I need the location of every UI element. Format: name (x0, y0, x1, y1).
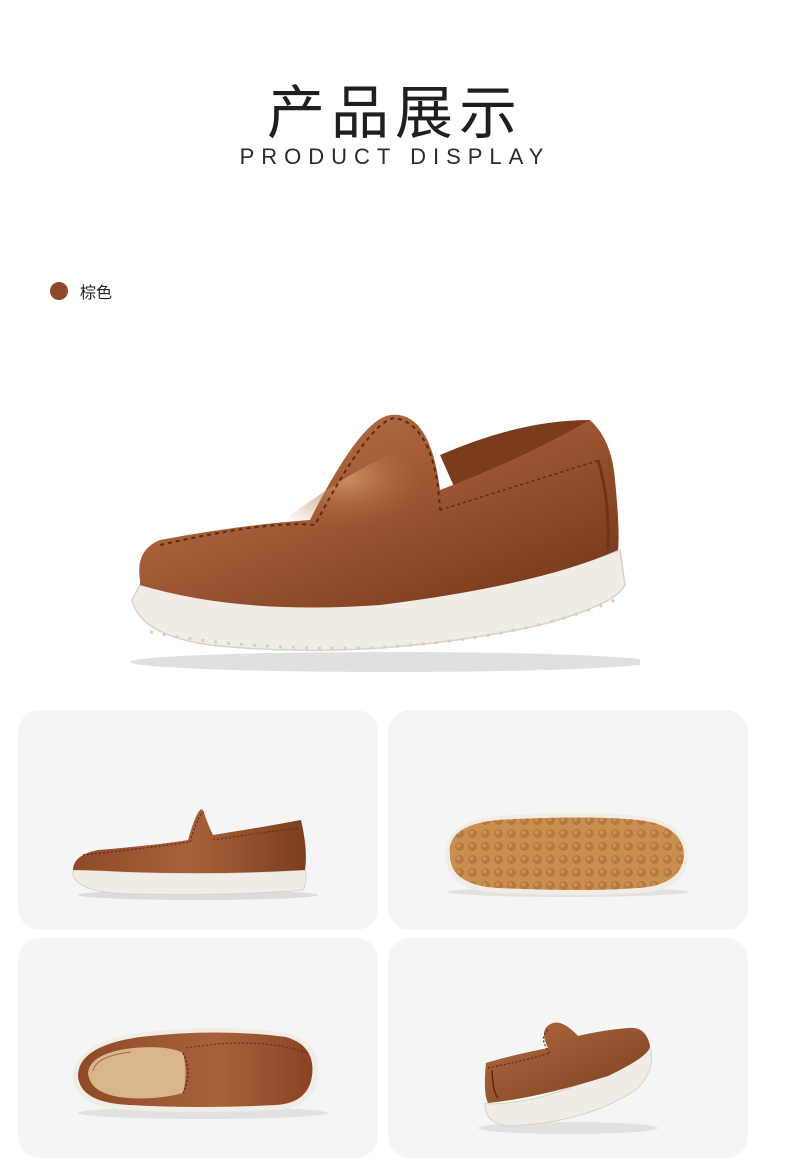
page-subtitle: PRODUCT DISPLAY (239, 144, 551, 169)
top-view-shoe-image (73, 1028, 328, 1119)
color-label: 棕色 (80, 283, 113, 302)
gallery-tile-side-view[interactable] (18, 710, 378, 930)
sole-view-shoe-image (445, 813, 688, 897)
gallery-tile-sole-view[interactable] (388, 710, 748, 930)
gallery-tile-top-view[interactable] (18, 938, 378, 1158)
back-view-shoe-image (478, 1022, 658, 1134)
page-title: 产品展示 (266, 79, 523, 147)
color-option-brown[interactable]: 棕色 (50, 279, 112, 303)
gallery-tile-back-view[interactable] (388, 938, 748, 1158)
hero-shoe-image (120, 400, 650, 690)
side-view-shoe-image (72, 809, 318, 900)
color-swatch (50, 282, 68, 300)
